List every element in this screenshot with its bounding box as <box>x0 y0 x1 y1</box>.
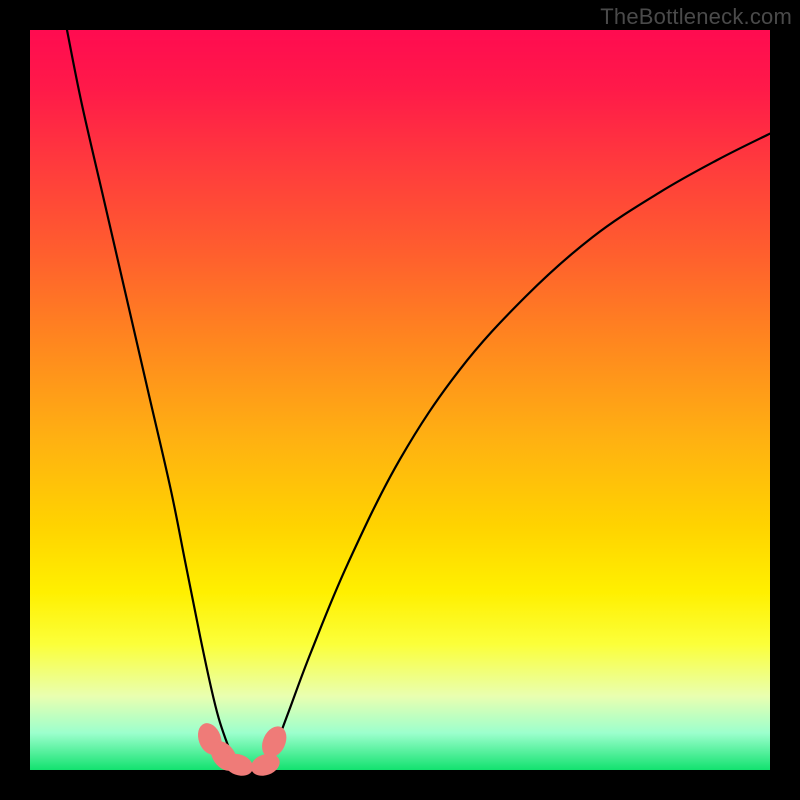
watermark-text: TheBottleneck.com <box>600 4 792 30</box>
curve-right-branch <box>263 134 770 770</box>
chart-frame: TheBottleneck.com <box>0 0 800 800</box>
curve-left-branch <box>67 30 241 770</box>
curve-markers <box>194 720 291 780</box>
curve-svg <box>30 30 770 770</box>
plot-area <box>30 30 770 770</box>
